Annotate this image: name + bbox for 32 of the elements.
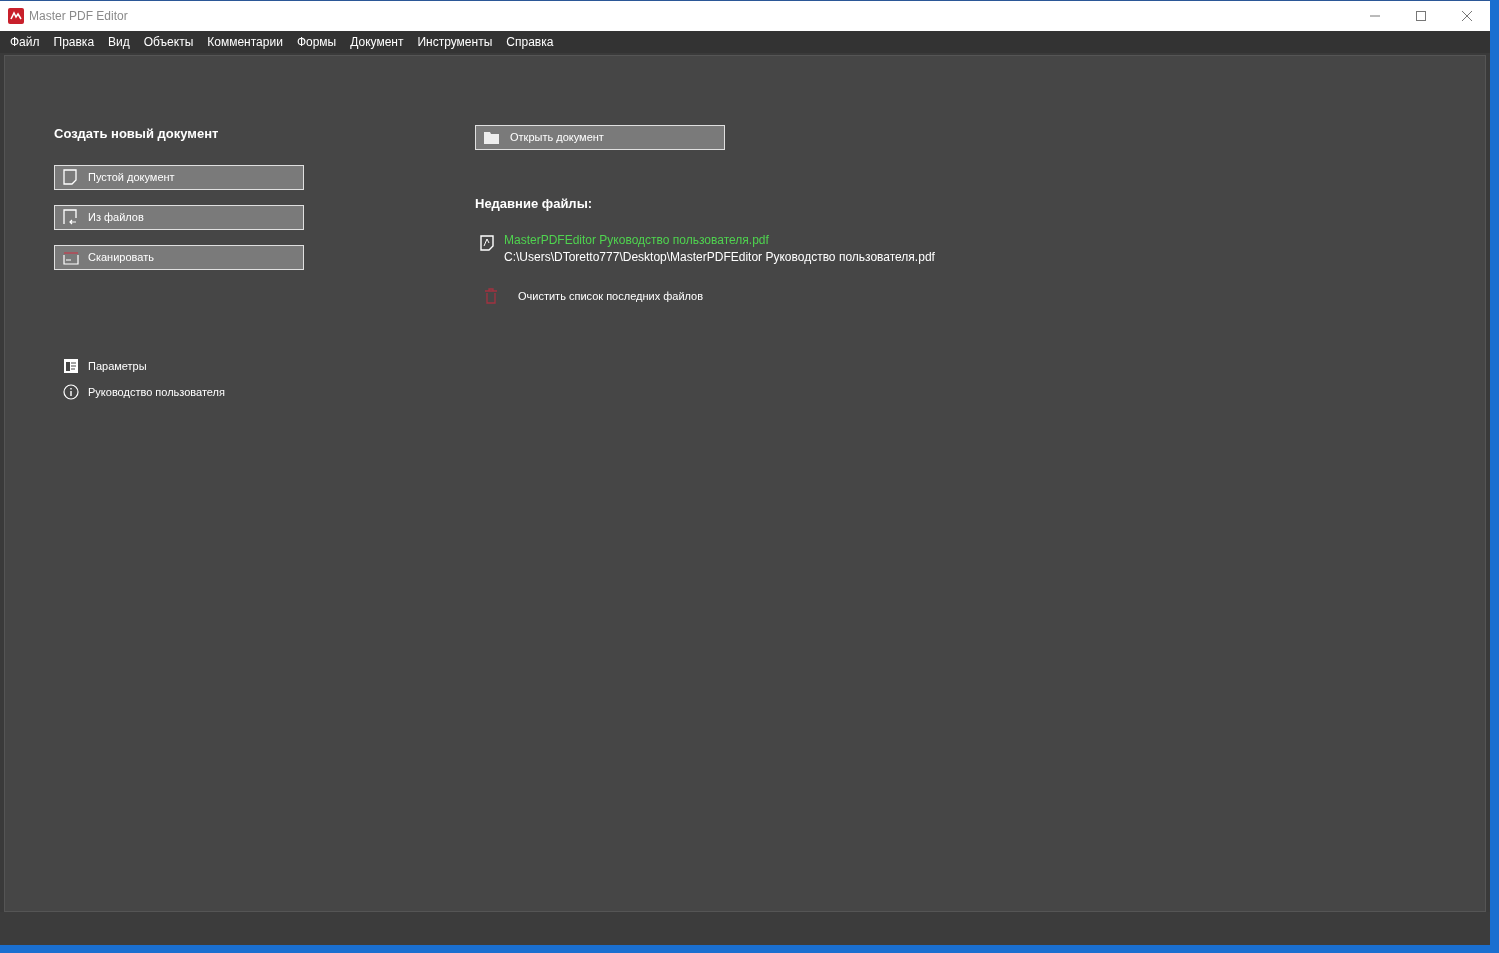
section-heading: Недавние файлы: [475,195,594,213]
menu-item[interactable]: Объекты [136,33,201,51]
menu-item[interactable]: Файл [3,33,47,51]
trash-icon [484,287,498,304]
link-button[interactable]: Параметры [54,357,424,374]
scanner-icon [63,249,79,265]
create-button[interactable]: Пустой документ [54,164,304,190]
menu-item[interactable]: Инструменты [410,33,500,51]
settings-icon [63,357,79,374]
page-icon [63,169,79,185]
app-logo-icon [8,8,24,24]
create-button[interactable]: Сканировать [54,244,304,270]
info-icon [63,384,79,401]
section-heading: Создать новый документ [54,125,220,143]
folder-icon [484,130,500,145]
close-icon [1462,11,1472,21]
menu-item[interactable]: Правка [46,33,102,51]
clear-recent-link[interactable]: Очистить список последних файлов [475,287,935,304]
menu-item[interactable]: Справка [499,33,561,51]
create-button[interactable]: Из файлов [54,204,304,230]
maximize-icon [1416,11,1426,21]
open-document-button[interactable]: Открыть документ [475,125,725,150]
menu-item[interactable]: Вид [101,33,137,51]
window-title: Master PDF Editor [29,8,128,25]
menu-item[interactable]: Комментарии [200,33,290,51]
pdf-file-icon [480,234,494,251]
menu-item[interactable]: Формы [289,33,344,51]
menu-item[interactable]: Документ [343,33,411,51]
recent-file-link[interactable]: MasterPDFEditor Руководство пользователя.pdf [504,231,935,249]
page-import-icon [63,209,79,225]
file-path: C:\Users\DToretto777\Desktop\MasterPDFEditor Руководство пользователя.pdf [504,248,935,266]
link-button[interactable]: Руководство пользователя [54,384,424,401]
